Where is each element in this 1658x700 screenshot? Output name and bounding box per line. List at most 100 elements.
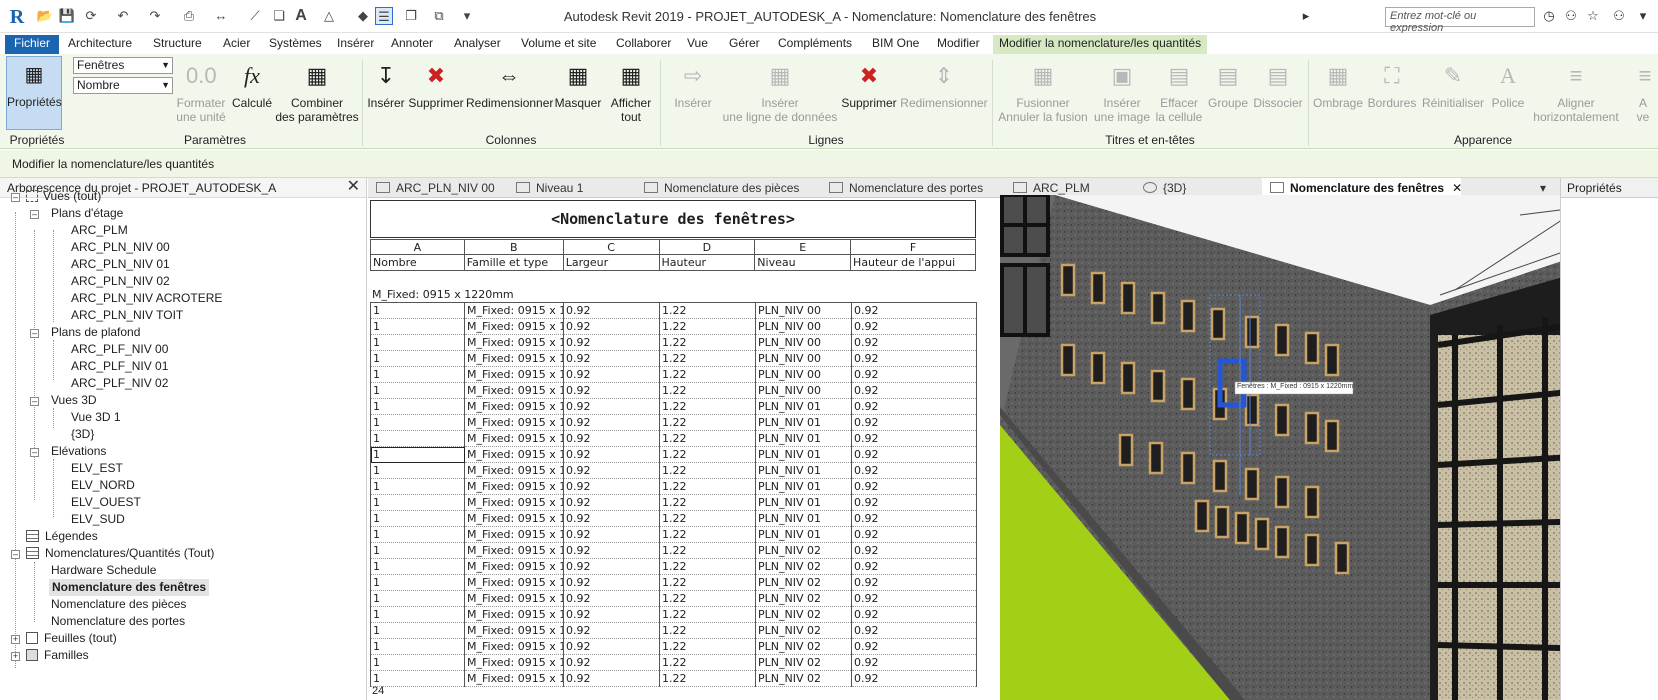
cell-nombre[interactable]: 1 bbox=[370, 446, 465, 463]
table-row[interactable]: 1 M_Fixed: 0915 x 12 0.92 1.22 PLN_NIV 01 0.9… bbox=[370, 526, 977, 543]
close-hidden-icon[interactable]: ❐ bbox=[402, 7, 420, 25]
cell-hauteur[interactable]: 1.22 bbox=[659, 414, 756, 431]
reset-button[interactable]: ✎ Réinitialiser bbox=[1420, 58, 1486, 128]
column-letter-e[interactable]: E bbox=[754, 239, 852, 255]
table-row[interactable]: 1 M_Fixed: 0915 x 12 0.92 1.22 PLN_NIV 02 0.9… bbox=[370, 670, 977, 687]
align-horizontal-button[interactable]: ≡ Aligner horizontalement bbox=[1530, 58, 1622, 128]
align-vertical-button[interactable]: ≡ A ve bbox=[1630, 58, 1656, 128]
user-icon[interactable]: ⚇ bbox=[1610, 7, 1628, 25]
table-row[interactable]: 1 M_Fixed: 0915 x 12 0.92 1.22 PLN_NIV 01 0.9… bbox=[370, 494, 977, 511]
cell-niveau[interactable]: PLN_NIV 00 bbox=[755, 382, 852, 399]
tab-acier[interactable]: Acier bbox=[217, 35, 256, 54]
hide-button[interactable]: ▦ Masquer bbox=[554, 58, 602, 128]
cell-niveau[interactable]: PLN_NIV 01 bbox=[755, 510, 852, 527]
cell-largeur[interactable]: 0.92 bbox=[563, 478, 660, 495]
cell-largeur[interactable]: 0.92 bbox=[563, 558, 660, 575]
combine-params-button[interactable]: ▦ Combiner des paramètres bbox=[274, 58, 360, 128]
cell-famille[interactable]: M_Fixed: 0915 x 12 bbox=[464, 382, 564, 399]
tab-nomenclature-pieces[interactable]: Nomenclature des pièces bbox=[644, 178, 799, 198]
cell-famille[interactable]: M_Fixed: 0915 x 12 bbox=[464, 622, 564, 639]
tree-node-vue-3d-1[interactable]: Vue 3D 1 bbox=[71, 409, 121, 426]
cell-nombre[interactable]: 1 bbox=[370, 670, 465, 687]
cell-niveau[interactable]: PLN_NIV 00 bbox=[755, 334, 852, 351]
resize-row-button[interactable]: ⇕ Redimensionner bbox=[900, 58, 988, 128]
tree-node-arc-plf-niv-00[interactable]: ARC_PLF_NIV 00 bbox=[71, 341, 168, 358]
cell-hauteur-appui[interactable]: 0.92 bbox=[851, 430, 977, 447]
cell-largeur[interactable]: 0.92 bbox=[563, 430, 660, 447]
cell-famille[interactable]: M_Fixed: 0915 x 12 bbox=[464, 318, 564, 335]
table-row[interactable]: 1 M_Fixed: 0915 x 12 0.92 1.22 PLN_NIV 01 0.9… bbox=[370, 414, 977, 431]
delete-row-button[interactable]: ✖ Supprimer bbox=[840, 58, 898, 128]
cell-hauteur[interactable]: 1.22 bbox=[659, 494, 756, 511]
tab-nomenclature-portes[interactable]: Nomenclature des portes bbox=[829, 178, 983, 198]
cell-niveau[interactable]: PLN_NIV 01 bbox=[755, 446, 852, 463]
cell-niveau[interactable]: PLN_NIV 01 bbox=[755, 526, 852, 543]
cell-hauteur-appui[interactable]: 0.92 bbox=[851, 366, 977, 383]
cell-largeur[interactable]: 0.92 bbox=[563, 446, 660, 463]
column-letter-f[interactable]: F bbox=[850, 239, 976, 255]
column-letter-b[interactable]: B bbox=[463, 239, 564, 255]
tree-node-arc-pln-niv-toit[interactable]: ARC_PLN_NIV TOIT bbox=[71, 307, 183, 324]
column-header-nombre[interactable]: Nombre bbox=[370, 254, 465, 271]
tab-architecture[interactable]: Architecture bbox=[62, 35, 138, 54]
cell-hauteur-appui[interactable]: 0.92 bbox=[851, 350, 977, 367]
thin-lines-icon[interactable]: ☰ bbox=[375, 7, 393, 25]
properties-button[interactable]: ▦ Propriétés bbox=[6, 56, 62, 130]
tab-structure[interactable]: Structure bbox=[147, 35, 208, 54]
tree-node-hardware-schedule[interactable]: Hardware Schedule bbox=[51, 562, 156, 579]
expand-toggle[interactable]: + bbox=[11, 652, 20, 661]
table-row[interactable]: 1 M_Fixed: 0915 x 12 0.92 1.22 PLN_NIV 02 0.9… bbox=[370, 638, 977, 655]
cell-largeur[interactable]: 0.92 bbox=[563, 462, 660, 479]
format-combo[interactable]: Nombre ▼ bbox=[73, 77, 173, 94]
measure-icon[interactable]: ↔ bbox=[212, 7, 230, 25]
collapse-toggle[interactable]: – bbox=[30, 397, 39, 406]
cell-famille[interactable]: M_Fixed: 0915 x 12 bbox=[464, 302, 564, 319]
cell-famille[interactable]: M_Fixed: 0915 x 12 bbox=[464, 462, 564, 479]
cell-hauteur[interactable]: 1.22 bbox=[659, 622, 756, 639]
cell-largeur[interactable]: 0.92 bbox=[563, 590, 660, 607]
3d-view-icon[interactable]: △ bbox=[320, 7, 338, 25]
cell-famille[interactable]: M_Fixed: 0915 x 12 bbox=[464, 478, 564, 495]
table-row[interactable]: 1 M_Fixed: 0915 x 12 0.92 1.22 PLN_NIV 01 0.9… bbox=[370, 446, 977, 463]
cell-nombre[interactable]: 1 bbox=[370, 526, 465, 543]
tree-node-elv-sud[interactable]: ELV_SUD bbox=[71, 511, 125, 528]
cell-niveau[interactable]: PLN_NIV 02 bbox=[755, 622, 852, 639]
tab-modifier-nomenclature[interactable]: Modifier la nomenclature/les quantités bbox=[993, 35, 1208, 54]
tab-vue[interactable]: Vue bbox=[681, 35, 714, 54]
column-header-hauteur-appui[interactable]: Hauteur de l'appui bbox=[850, 254, 976, 271]
cell-hauteur[interactable]: 1.22 bbox=[659, 526, 756, 543]
cell-nombre[interactable]: 1 bbox=[370, 382, 465, 399]
cell-niveau[interactable]: PLN_NIV 02 bbox=[755, 638, 852, 655]
tree-node-plans-plafond[interactable]: Plans de plafond bbox=[51, 324, 140, 341]
tree-node-arc-plm[interactable]: ARC_PLM bbox=[71, 222, 128, 239]
cell-niveau[interactable]: PLN_NIV 01 bbox=[755, 462, 852, 479]
cell-famille[interactable]: M_Fixed: 0915 x 12 bbox=[464, 590, 564, 607]
cell-hauteur[interactable]: 1.22 bbox=[659, 430, 756, 447]
cell-hauteur[interactable]: 1.22 bbox=[659, 382, 756, 399]
cell-hauteur[interactable]: 1.22 bbox=[659, 366, 756, 383]
cell-nombre[interactable]: 1 bbox=[370, 398, 465, 415]
table-row[interactable]: 1 M_Fixed: 0915 x 12 0.92 1.22 PLN_NIV 00 0.9… bbox=[370, 318, 977, 335]
cell-niveau[interactable]: PLN_NIV 01 bbox=[755, 398, 852, 415]
cell-largeur[interactable]: 0.92 bbox=[563, 382, 660, 399]
open-icon[interactable]: 📂 bbox=[36, 7, 54, 25]
table-row[interactable]: 1 M_Fixed: 0915 x 12 0.92 1.22 PLN_NIV 02 0.9… bbox=[370, 574, 977, 591]
cell-niveau[interactable]: PLN_NIV 00 bbox=[755, 302, 852, 319]
tree-node-arc-pln-niv-00[interactable]: ARC_PLN_NIV 00 bbox=[71, 239, 170, 256]
cell-famille[interactable]: M_Fixed: 0915 x 12 bbox=[464, 526, 564, 543]
dimension-icon[interactable]: ⟋ bbox=[246, 7, 264, 25]
cell-nombre[interactable]: 1 bbox=[370, 574, 465, 591]
cell-largeur[interactable]: 0.92 bbox=[563, 414, 660, 431]
cell-hauteur-appui[interactable]: 0.92 bbox=[851, 558, 977, 575]
cell-hauteur[interactable]: 1.22 bbox=[659, 462, 756, 479]
cell-niveau[interactable]: PLN_NIV 00 bbox=[755, 318, 852, 335]
collapse-toggle[interactable]: – bbox=[11, 550, 20, 559]
cell-largeur[interactable]: 0.92 bbox=[563, 526, 660, 543]
tree-node-legendes[interactable]: Légendes bbox=[26, 528, 98, 545]
binoculars-icon[interactable]: ◷ bbox=[1540, 7, 1558, 25]
cell-hauteur-appui[interactable]: 0.92 bbox=[851, 606, 977, 623]
cell-famille[interactable]: M_Fixed: 0915 x 12 bbox=[464, 606, 564, 623]
cell-nombre[interactable]: 1 bbox=[370, 302, 465, 319]
collapse-toggle[interactable]: – bbox=[30, 210, 39, 219]
cell-nombre[interactable]: 1 bbox=[370, 318, 465, 335]
